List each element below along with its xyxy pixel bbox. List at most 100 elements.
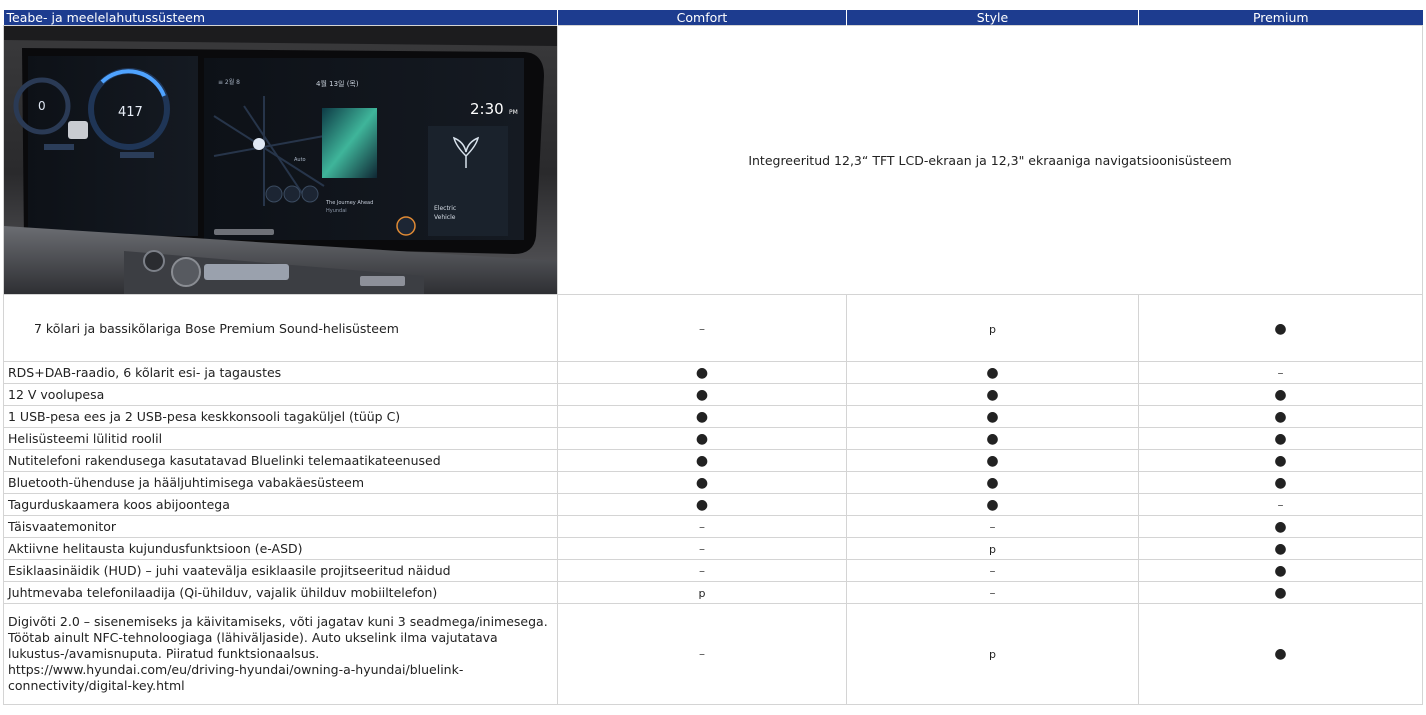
screen-date: 4월 13일 (목) [316,79,359,88]
availability-mark: ● [1274,409,1287,425]
availability-mark: ● [986,497,999,513]
volume-knob [171,257,201,287]
feature-row: RDS+DAB-raadio, 6 kõlarit esi- ja tagaus… [3,361,1423,384]
feature-label: Tagurduskaamera koos abijoontega [3,493,558,516]
availability-mark: ● [695,409,709,425]
feature-row: Täisvaatemonitor – – ● [3,515,1423,538]
trim-availability-cell: – [1138,493,1423,516]
feature-label: Nutitelefoni rakendusega kasutatavad Blu… [3,449,558,472]
dashboard-image: 0 417 ≡ 2월 8 4월 13일 (목) 2:30 PM Auto The… [4,26,557,294]
feature-row: Digivõti 2.0 – sisenemiseks ja käivitami… [3,603,1423,705]
map-button-2-icon [283,185,301,203]
header-trim-style: Style [846,10,1139,26]
availability-mark: ● [1274,475,1287,491]
availability-mark: – [699,564,705,578]
availability-mark: ● [695,387,709,403]
availability-mark: ● [695,365,709,381]
trim-availability-cell: p [846,537,1139,560]
availability-mark: ● [1274,519,1287,535]
trim-availability-cell: ● [1138,405,1423,428]
availability-mark: p [989,543,996,556]
left-gauge-value: 0 [38,99,46,113]
trim-availability-cell: ● [557,405,847,428]
availability-mark: ● [1274,431,1287,447]
availability-mark: – [1277,366,1284,380]
availability-mark: – [989,564,996,578]
availability-mark: – [989,586,996,600]
trim-availability-cell: ● [557,449,847,472]
trim-availability-cell: ● [1138,294,1423,362]
trim-availability-cell: – [846,559,1139,582]
trim-availability-cell: ● [1138,471,1423,494]
screen-time-suffix: PM [509,109,518,116]
feature-label: Helisüsteemi lülitid roolil [3,427,558,450]
feature-label: Bluetooth-ühenduse ja hääljuhtimisega va… [3,471,558,494]
feature-label: Esiklaasinäidik (HUD) – juhi vaatevälja … [3,559,558,582]
display-description: Integreeritud 12,3“ TFT LCD-ekraan ja 12… [557,25,1423,295]
availability-mark: – [699,647,705,661]
availability-mark: – [699,542,705,556]
trim-availability-cell: ● [1138,515,1423,538]
trim-availability-cell: ● [557,427,847,450]
feature-label: Täisvaatemonitor [3,515,558,538]
feature-label: Aktiivne helitausta kujundusfunktsioon (… [3,537,558,560]
svg-text:≡ 2월 8: ≡ 2월 8 [218,78,240,86]
availability-mark: ● [695,453,709,469]
availability-mark: ● [1274,646,1287,662]
feature-label: Juhtmevaba telefonilaadija (Qi-ühilduv, … [3,581,558,604]
map-button-3-icon [301,185,319,203]
trim-availability-cell: ● [1138,449,1423,472]
trim-availability-cell: – [557,603,847,705]
availability-mark: ● [986,409,999,425]
header-row: Teabe- ja meelelahutussüsteem Comfort St… [3,10,1423,26]
availability-mark: p [989,647,996,661]
feature-row: Aktiivne helitausta kujundusfunktsioon (… [3,537,1423,560]
availability-mark: p [698,587,706,600]
equipment-table: Teabe- ja meelelahutussüsteem Comfort St… [3,10,1423,705]
availability-mark: ● [1274,453,1287,469]
nav-position-icon [253,138,265,150]
trim-availability-cell: ● [1138,383,1423,406]
feature-row: Juhtmevaba telefonilaadija (Qi-ühilduv, … [3,581,1423,604]
media-artist: Hyundai [326,208,347,214]
availability-mark: ● [695,497,709,513]
trim-availability-cell: ● [557,361,847,384]
trim-availability-cell: – [557,559,847,582]
trim-availability-cell: ● [1138,603,1423,705]
availability-mark: – [699,321,705,336]
availability-mark: ● [1274,320,1287,337]
feature-label: RDS+DAB-raadio, 6 kõlarit esi- ja tagaus… [3,361,558,384]
feature-row: Nutitelefoni rakendusega kasutatavad Blu… [3,449,1423,472]
trim-availability-cell: – [557,537,847,560]
availability-mark: ● [1274,541,1287,557]
media-title: The Journey Ahead [325,200,373,206]
availability-mark: – [1277,498,1284,512]
trim-availability-cell: ● [846,449,1139,472]
feature-row: Bluetooth-ühenduse ja hääljuhtimisega va… [3,471,1423,494]
trim-availability-cell: – [846,581,1139,604]
map-button-1-icon [265,185,283,203]
availability-mark: ● [986,475,999,491]
availability-mark: – [989,520,996,534]
trim-availability-cell: ● [1138,427,1423,450]
feature-label: 1 USB-pesa ees ja 2 USB-pesa keskkonsool… [3,405,558,428]
availability-mark: ● [986,431,999,447]
screen-time: 2:30 [470,100,504,118]
ev-label-2: Vehicle [434,214,456,221]
availability-mark: p [989,322,996,336]
trim-availability-cell: – [557,294,847,362]
availability-mark: ● [986,365,999,381]
availability-mark: ● [695,475,709,491]
header-trim-premium: Premium [1138,10,1423,26]
availability-mark: ● [986,387,999,403]
feature-row: Esiklaasinäidik (HUD) – juhi vaatevälja … [3,559,1423,582]
header-feature: Teabe- ja meelelahutussüsteem [3,10,558,26]
feature-label: 7 kõlari ja bassikõlariga Bose Premium S… [3,294,558,362]
trim-availability-cell: p [557,581,847,604]
header-trim-comfort: Comfort [557,10,847,26]
availability-mark: ● [1274,563,1287,579]
feature-row: 12 V voolupesa ● ● ● [3,383,1423,406]
availability-mark: ● [1274,387,1287,403]
trim-availability-cell: ● [846,361,1139,384]
trim-availability-cell: p [846,294,1139,362]
